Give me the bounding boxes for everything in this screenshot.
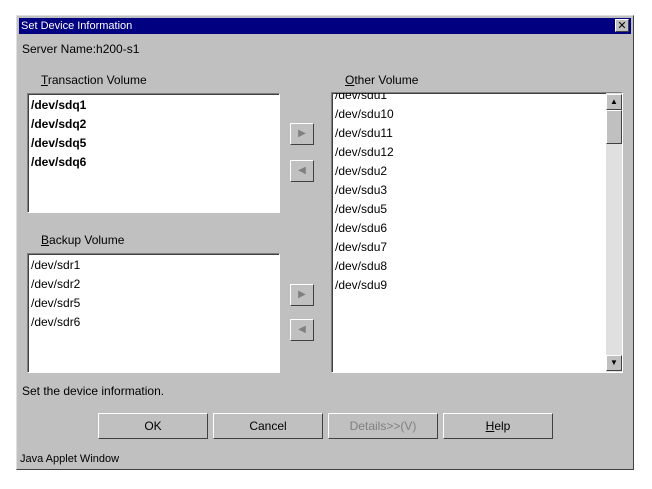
list-item[interactable]: /dev/sdu3 [335,181,622,200]
scroll-up-icon: ▲ [610,97,618,106]
arrow-left-icon: ◀ [298,324,306,335]
list-item[interactable]: /dev/sdu6 [335,219,622,238]
other-volume-scrollbar[interactable]: ▲ ▼ [606,93,622,372]
list-item[interactable]: /dev/sdu11 [335,124,622,143]
move-backup-to-other-button[interactable]: ▶ [290,284,314,306]
list-item[interactable]: /dev/sdu10 [335,105,622,124]
list-item[interactable]: /dev/sdq6 [31,153,279,172]
scroll-thumb[interactable] [606,110,622,144]
backup-label-rest: ackup Volume [49,233,125,247]
transaction-label-rest: ransaction Volume [47,73,147,87]
help-rest: elp [494,419,511,433]
help-button[interactable]: Help [443,413,553,439]
list-item[interactable]: /dev/sdr5 [31,294,279,313]
server-name: Server Name:h200-s1 [22,42,140,56]
status-text: Set the device information. [22,384,165,398]
list-item[interactable]: /dev/sdu1 [335,93,622,105]
list-item[interactable]: /dev/sdq1 [31,96,279,115]
cancel-button[interactable]: Cancel [213,413,323,439]
other-volume-list[interactable]: /dev/sdu1 /dev/sdu10 /dev/sdu11 /dev/sdu… [331,92,623,373]
backup-volume-label: Backup Volume [41,233,124,247]
list-item[interactable]: /dev/sdu7 [335,238,622,257]
dialog-window: Set Device Information ✕ Server Name:h20… [16,15,634,470]
list-item[interactable]: /dev/sdr1 [31,256,279,275]
transaction-volume-label: Transaction Volume [41,73,147,87]
list-item[interactable]: /dev/sdu8 [335,257,622,276]
other-label-accel: O [345,73,355,87]
move-to-other-button[interactable]: ▶ [290,123,314,145]
backup-volume-list[interactable]: /dev/sdr1 /dev/sdr2 /dev/sdr5 /dev/sdr6 [27,253,280,373]
other-volume-label: Other Volume [345,73,418,87]
arrow-right-icon: ▶ [298,289,306,300]
list-item[interactable]: /dev/sdr6 [31,313,279,332]
applet-footer: Java Applet Window [20,453,120,465]
list-item[interactable]: /dev/sdu5 [335,200,622,219]
backup-label-accel: B [41,233,50,247]
close-icon: ✕ [617,20,627,32]
title-bar: Set Device Information ✕ [19,18,631,34]
move-to-transaction-button[interactable]: ◀ [290,160,314,182]
scroll-up-button[interactable]: ▲ [606,94,622,110]
list-item[interactable]: /dev/sdu2 [335,162,622,181]
arrow-left-icon: ◀ [298,165,306,176]
list-item[interactable]: /dev/sdq5 [31,134,279,153]
close-button[interactable]: ✕ [615,19,629,32]
ok-button[interactable]: OK [98,413,208,439]
scroll-down-button[interactable]: ▼ [606,355,622,371]
details-button[interactable]: Details>>(V) [328,413,438,439]
list-item[interactable]: /dev/sdu9 [335,276,622,295]
list-item[interactable]: /dev/sdq2 [31,115,279,134]
window-title: Set Device Information [21,20,133,32]
list-item[interactable]: /dev/sdr2 [31,275,279,294]
other-label-rest: ther Volume [354,73,419,87]
transaction-label-accel: T [41,73,48,87]
transaction-volume-list[interactable]: /dev/sdq1 /dev/sdq2 /dev/sdq5 /dev/sdq6 [27,93,280,213]
list-item[interactable]: /dev/sdu12 [335,143,622,162]
arrow-right-icon: ▶ [298,128,306,139]
scroll-down-icon: ▼ [610,358,618,367]
move-other-to-backup-button[interactable]: ◀ [290,319,314,341]
